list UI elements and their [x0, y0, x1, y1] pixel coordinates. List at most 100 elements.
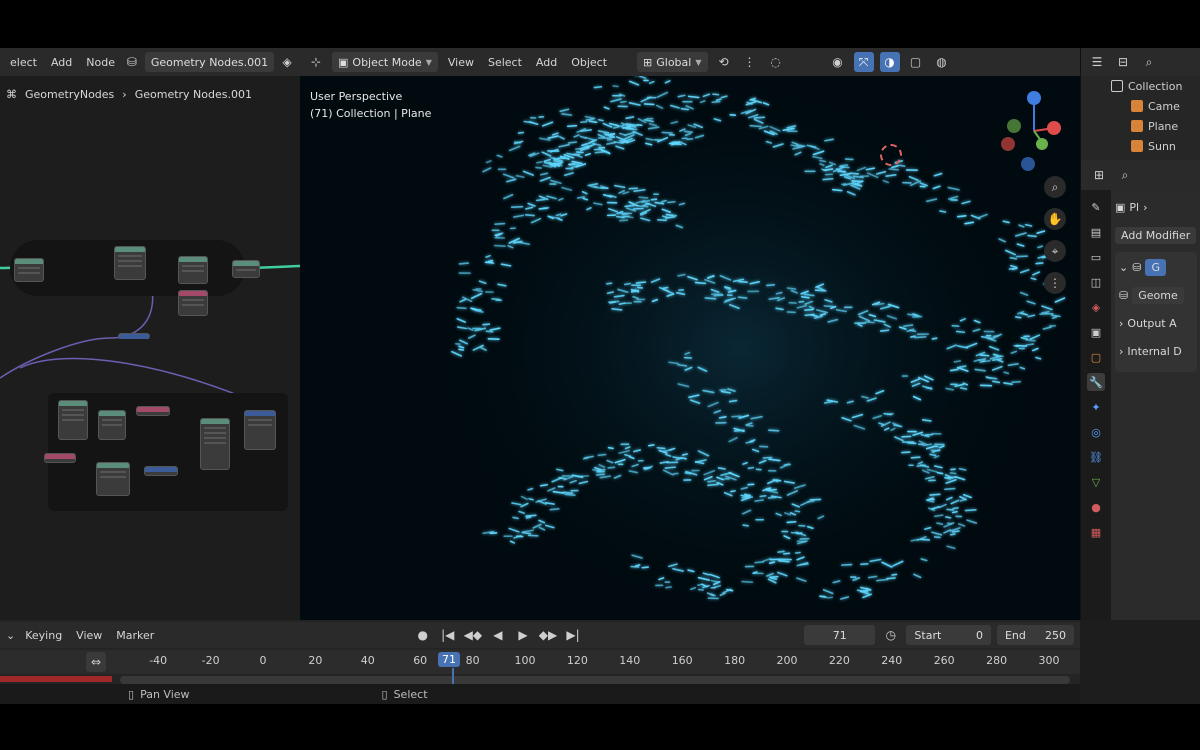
pivot-icon[interactable]: ⟲	[714, 52, 734, 72]
node[interactable]	[114, 246, 146, 280]
node[interactable]	[200, 418, 230, 470]
particle	[931, 337, 938, 340]
node-group-selector[interactable]: Geometry Nodes.001	[144, 52, 275, 72]
menu-keying[interactable]: Keying	[21, 627, 66, 644]
particle	[687, 95, 700, 99]
material-icon[interactable]: ●	[1087, 498, 1105, 516]
overlay-toggle-icon[interactable]: ◑	[879, 52, 900, 72]
node-editor-header: elect Add Node ⛁ Geometry Nodes.001 ◈	[0, 48, 300, 76]
breadcrumb-item[interactable]: Geometry Nodes.001	[135, 88, 252, 101]
breadcrumb-item[interactable]: GeometryNodes	[25, 88, 114, 101]
grid-icon[interactable]: ⋮	[1044, 272, 1066, 294]
start-frame-field[interactable]: Start 0	[906, 625, 991, 645]
outliner-row[interactable]: Plane	[1081, 116, 1200, 136]
output-icon[interactable]: ▭	[1087, 248, 1105, 266]
record-icon[interactable]: ●	[413, 625, 432, 645]
modifier-icon[interactable]: 🔧	[1087, 373, 1105, 391]
internal-dependencies-subpanel[interactable]: › Internal D	[1119, 340, 1193, 362]
search-icon[interactable]: ⌕	[1139, 52, 1159, 72]
particle	[951, 530, 960, 533]
play-reverse-icon[interactable]: ◀	[488, 625, 507, 645]
gizmo-toggle-icon[interactable]: ⤧	[853, 52, 874, 72]
shading-solid-icon[interactable]: ◍	[932, 52, 952, 72]
navigation-gizmo[interactable]	[990, 86, 1070, 176]
gizmo-z-icon	[1027, 91, 1041, 105]
snap-icon[interactable]: ⋮	[740, 52, 760, 72]
camera-icon[interactable]: ⌖	[1044, 240, 1066, 262]
shield-icon[interactable]: ◈	[280, 52, 294, 72]
scene-icon[interactable]: ◈	[1087, 298, 1105, 316]
object-icon[interactable]: ▢	[1087, 348, 1105, 366]
menu-select[interactable]: Select	[484, 54, 526, 71]
proportional-edit-icon[interactable]: ◌	[766, 52, 786, 72]
xray-icon[interactable]: ▢	[906, 52, 926, 72]
current-frame-field[interactable]: 71	[804, 625, 876, 645]
particles-icon[interactable]: ✦	[1087, 398, 1105, 416]
render-icon[interactable]: ▤	[1087, 223, 1105, 241]
node[interactable]	[144, 466, 178, 476]
menu-object[interactable]: Object	[567, 54, 611, 71]
outliner-label: Plane	[1148, 119, 1179, 133]
menu-view[interactable]: View	[444, 54, 478, 71]
search-icon[interactable]: ⌕	[1115, 165, 1135, 185]
node[interactable]	[118, 333, 150, 339]
pan-hand-icon[interactable]: ✋	[1044, 208, 1066, 230]
particle	[1025, 339, 1036, 342]
menu-marker[interactable]: Marker	[112, 627, 158, 644]
menu-select[interactable]: elect	[6, 54, 41, 71]
clock-icon[interactable]: ◷	[881, 625, 900, 645]
visibility-icon[interactable]: ◉	[828, 52, 848, 72]
node-tree-icon[interactable]: ⛁	[125, 52, 139, 72]
play-icon[interactable]: ▶	[513, 625, 532, 645]
end-frame-field[interactable]: End 250	[996, 625, 1074, 645]
frame-ruler[interactable]: ⇔ -40 -20 0 20 40 60 71 80 100 120 140 160 180 200 220…	[0, 650, 1080, 674]
chevron-down-icon[interactable]: ⌄	[1119, 261, 1128, 274]
jump-end-icon[interactable]: ▶|	[564, 625, 583, 645]
menu-add[interactable]: Add	[47, 54, 76, 71]
world-icon[interactable]: ▣	[1087, 323, 1105, 341]
editor-type-icon[interactable]: ⊞	[1089, 165, 1109, 185]
tool-icon[interactable]: ✎	[1087, 198, 1105, 216]
view-layer-icon[interactable]: ◫	[1087, 273, 1105, 291]
current-frame-value: 71	[832, 628, 847, 642]
node[interactable]	[98, 410, 126, 440]
menu-add[interactable]: Add	[532, 54, 561, 71]
node[interactable]	[14, 258, 44, 282]
transform-orientation[interactable]: ⊞ Global ▼	[637, 52, 708, 72]
mode-selector[interactable]: ▣ Object Mode ▼	[332, 52, 438, 72]
node[interactable]	[178, 290, 208, 316]
prev-keyframe-icon[interactable]: ◀◆	[463, 625, 482, 645]
resize-arrows-icon[interactable]: ⇔	[86, 652, 106, 672]
timeline-scrollbar[interactable]	[120, 676, 1070, 684]
physics-icon[interactable]: ◎	[1087, 423, 1105, 441]
outliner-row[interactable]: Collection	[1081, 76, 1200, 96]
node[interactable]	[96, 462, 130, 496]
node[interactable]	[244, 410, 276, 450]
modifier-name[interactable]: G	[1145, 258, 1166, 276]
data-icon[interactable]: ▽	[1087, 473, 1105, 491]
3d-viewport[interactable]: ⊹ ▣ Object Mode ▼ View Select Add Object…	[300, 48, 1080, 620]
node[interactable]	[178, 256, 208, 284]
next-keyframe-icon[interactable]: ◆▶	[538, 625, 557, 645]
chevron-down-icon[interactable]: ⌄	[6, 629, 15, 642]
outliner-row[interactable]: Came	[1081, 96, 1200, 116]
editor-type-icon[interactable]: ☰	[1087, 52, 1107, 72]
constraints-icon[interactable]: ⛓	[1087, 448, 1105, 466]
node[interactable]	[44, 453, 76, 463]
editor-type-icon[interactable]: ⊹	[306, 52, 326, 72]
menu-node[interactable]: Node	[82, 54, 119, 71]
zoom-icon[interactable]: ⌕	[1044, 176, 1066, 198]
node-group-field[interactable]: ⛁ Geome	[1119, 284, 1193, 306]
jump-start-icon[interactable]: |◀	[438, 625, 457, 645]
display-mode-icon[interactable]: ⊟	[1113, 52, 1133, 72]
playhead[interactable]	[452, 668, 454, 684]
node[interactable]	[58, 400, 88, 440]
node[interactable]	[136, 406, 170, 416]
node[interactable]	[232, 260, 260, 278]
particle	[749, 124, 762, 128]
texture-icon[interactable]: ▦	[1087, 523, 1105, 541]
menu-view[interactable]: View	[72, 627, 106, 644]
add-modifier-button[interactable]: Add Modifier	[1115, 226, 1197, 244]
outliner-row[interactable]: Sunn	[1081, 136, 1200, 156]
output-attributes-subpanel[interactable]: › Output A	[1119, 312, 1193, 334]
